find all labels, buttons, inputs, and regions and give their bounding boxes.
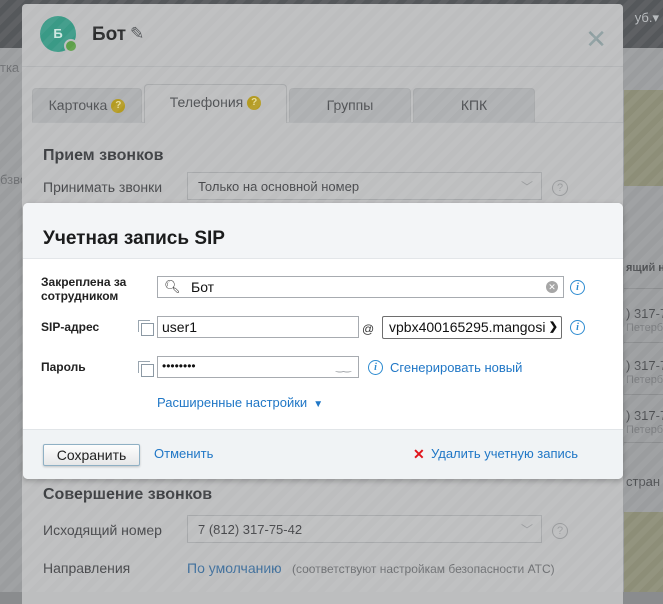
online-status-icon <box>64 39 78 53</box>
sip-domain-value: vpbx400165295.mangosi <box>389 319 546 335</box>
accept-calls-select[interactable]: Только на основной номер ﹀ <box>187 172 542 200</box>
chevron-down-icon: ﹀ <box>520 523 533 537</box>
help-icon[interactable]: ? <box>111 99 126 114</box>
employee-name: Бот <box>92 24 127 45</box>
tab-telephony[interactable]: Телефония? <box>144 84 287 123</box>
sip-address-label: SIP-адрес <box>41 320 100 334</box>
accept-calls-label: Принимать звонки <box>43 179 163 195</box>
modal-header: Учетная запись SIP <box>23 203 623 259</box>
tab-label: Карточка <box>48 97 108 113</box>
delete-x-icon: ✕ <box>413 446 425 462</box>
background-text: тка <box>0 60 20 75</box>
help-icon[interactable]: ? <box>552 523 568 539</box>
outgoing-number-select[interactable]: 7 (812) 317-75-42 ﹀ <box>187 515 542 543</box>
tab-label: КПК <box>460 97 488 113</box>
save-button[interactable]: Сохранить <box>43 444 140 466</box>
divider <box>624 442 663 443</box>
accept-calls-value: Только на основной номер <box>198 179 360 194</box>
divider <box>624 342 663 343</box>
sip-account-modal: Учетная запись SIP Закреплена за сотрудн… <box>23 203 623 479</box>
info-icon[interactable]: i <box>570 280 585 295</box>
background-row-number: ) 317-7 <box>626 306 663 321</box>
background-panel <box>624 512 663 592</box>
modal-title: Учетная запись SIP <box>43 228 225 249</box>
search-icon: 🔍︎ <box>164 279 181 294</box>
tab-label: Группы <box>326 97 374 113</box>
clear-icon[interactable]: ✕ <box>546 281 558 293</box>
pencil-icon[interactable]: ✎ <box>130 24 144 44</box>
label-line: Закреплена за <box>41 275 127 289</box>
divider <box>624 394 663 395</box>
directions-link[interactable]: По умолчанию <box>187 560 282 576</box>
close-icon[interactable]: ✕ <box>585 24 607 55</box>
caret-down-icon: ▼ <box>313 399 324 410</box>
copy-icon[interactable] <box>138 320 154 336</box>
tab-label: Телефония <box>169 94 244 110</box>
outgoing-number-label: Исходящий номер <box>43 522 162 538</box>
background-row-city: Петерб <box>626 374 663 386</box>
advanced-settings-link[interactable]: Расширенные настройки ▼ <box>157 395 323 410</box>
avatar: Б <box>40 16 78 53</box>
label-line: сотрудником <box>41 289 119 303</box>
help-icon[interactable]: ? <box>247 96 262 111</box>
tab-groups[interactable]: Группы <box>289 88 411 122</box>
advanced-settings-label: Расширенные настройки <box>157 395 308 410</box>
password-value: •••••••• <box>162 359 196 373</box>
copy-icon[interactable] <box>138 361 154 377</box>
assigned-employee-input[interactable]: 🔍︎ Бот ✕ <box>157 276 564 298</box>
balance-dropdown[interactable]: уб.▾ <box>635 10 659 26</box>
assigned-employee-label: Закреплена за сотрудником <box>41 275 126 303</box>
password-label: Пароль <box>41 360 86 374</box>
sip-user-value: user1 <box>162 319 198 335</box>
background-row-number: ) 317-7 <box>626 358 663 373</box>
modal-footer: Сохранить Отменить ✕ Удалить учетную зап… <box>23 429 623 479</box>
directions-label: Направления <box>43 560 131 576</box>
background-panel <box>624 90 663 186</box>
directions-note: (соответствуют настройкам безопасности А… <box>292 562 555 576</box>
chevron-down-icon: ﹀ <box>520 180 533 194</box>
employee-dialog-header: Б Бот ✎ ✕ <box>22 4 623 67</box>
sip-domain-select[interactable]: vpbx400165295.mangosi ❯ <box>382 316 562 339</box>
tab-bar: Карточка? Телефония? Группы КПК <box>32 84 623 123</box>
assigned-employee-value: Бот <box>191 279 215 295</box>
avatar-letter: Б <box>53 26 63 41</box>
make-calls-heading: Совершение звонков <box>43 486 213 503</box>
background-column-header: ящий н <box>626 262 663 274</box>
generate-password-link[interactable]: Сгенерировать новый <box>390 360 522 375</box>
receive-calls-heading: Прием звонков <box>43 147 164 164</box>
password-input[interactable]: •••••••• ‿‿ <box>157 356 359 378</box>
background-row-number: ) 317-7 <box>626 408 663 423</box>
cancel-link[interactable]: Отменить <box>154 446 213 461</box>
background-row-city: Петерб <box>626 322 663 334</box>
tab-kpk[interactable]: КПК <box>413 88 535 122</box>
at-sign: @ <box>362 322 375 336</box>
background-table: ящий н ) 317-7 Петерб ) 317-7 Петерб ) 3… <box>624 186 663 512</box>
background-row-city: Петерб <box>626 424 663 436</box>
help-icon[interactable]: ? <box>552 180 568 196</box>
info-icon[interactable]: i <box>368 360 383 375</box>
tab-card[interactable]: Карточка? <box>32 88 142 122</box>
eye-closed-icon[interactable]: ‿‿ <box>336 362 351 373</box>
outgoing-number-value: 7 (812) 317-75-42 <box>198 522 303 537</box>
sip-user-input[interactable]: user1 <box>157 316 359 338</box>
divider <box>624 288 663 289</box>
delete-account-link[interactable]: Удалить учетную запись <box>431 446 578 461</box>
background-pagination-text: стран <box>626 474 661 489</box>
info-icon[interactable]: i <box>570 320 585 335</box>
chevron-down-icon: ❯ <box>546 317 558 338</box>
